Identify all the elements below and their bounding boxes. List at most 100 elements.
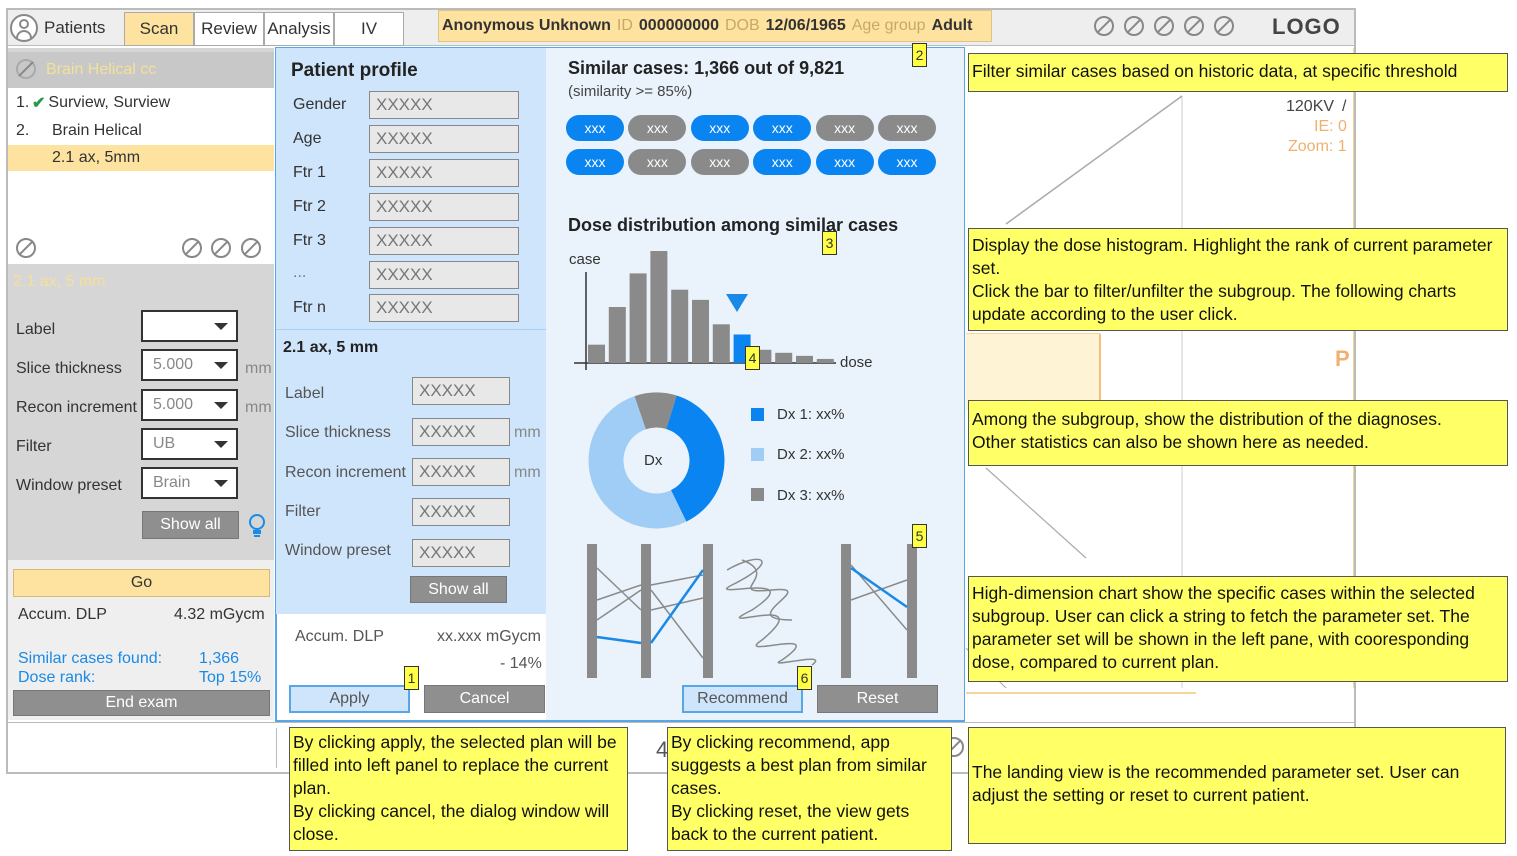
param-field-value: XXXXX xyxy=(419,462,476,481)
recon-increment-dropdown[interactable]: 5.000 xyxy=(141,389,238,421)
histogram-bar[interactable] xyxy=(816,358,834,363)
similar-case-tag[interactable]: xxx xyxy=(815,149,874,175)
profile-field-value: XXXXX xyxy=(376,197,433,216)
disabled-icon[interactable] xyxy=(1094,16,1114,36)
patients-button[interactable]: Patients xyxy=(10,12,122,44)
disabled-icon[interactable] xyxy=(1184,16,1204,36)
histogram-bar[interactable] xyxy=(629,273,647,363)
histogram-bar[interactable] xyxy=(588,344,605,363)
dropdown-value: Brain xyxy=(153,474,191,491)
disabled-icon[interactable] xyxy=(1154,16,1174,36)
histogram-bar[interactable] xyxy=(692,299,709,363)
profile-field[interactable]: XXXXX xyxy=(369,227,519,255)
param-field[interactable]: XXXXX xyxy=(412,498,510,526)
similar-case-tag[interactable]: xxx xyxy=(815,115,874,141)
profile-field[interactable]: XXXXX xyxy=(369,125,519,153)
tab-analysis[interactable]: Analysis xyxy=(264,12,334,46)
legend-swatch xyxy=(751,488,764,501)
params-title: 2.1 ax, 5 mm xyxy=(283,339,379,356)
end-exam-label: End exam xyxy=(105,694,178,711)
profile-field[interactable]: XXXXX xyxy=(369,261,519,289)
patient-info-bar: Anonymous Unknown ID 000000000 DOB 12/06… xyxy=(438,10,992,42)
tab-scan[interactable]: Scan xyxy=(124,12,194,46)
window-preset-dropdown[interactable]: Brain xyxy=(141,467,238,499)
tree-item[interactable]: 2.1 ax, 5mm xyxy=(8,145,274,171)
lightbulb-icon[interactable] xyxy=(248,513,266,539)
unit-label: mm xyxy=(514,464,541,481)
profile-field[interactable]: XXXXX xyxy=(369,159,519,187)
slice-thickness-dropdown[interactable]: 5.000 xyxy=(141,349,238,381)
dose-histogram[interactable]: case dose xyxy=(560,245,890,380)
disabled-icon[interactable] xyxy=(1214,16,1234,36)
cancel-label: Cancel xyxy=(459,690,510,707)
similar-case-tag[interactable]: xxx xyxy=(566,149,624,175)
y-axis-label: case xyxy=(569,251,601,268)
tree-item-num: 1. xyxy=(16,94,30,111)
similar-case-tag[interactable]: xxx xyxy=(566,115,624,141)
dialog-accum-value: xx.xxx mGycm xyxy=(437,628,541,645)
profile-field[interactable]: XXXXX xyxy=(369,91,519,119)
histogram-bar[interactable] xyxy=(650,251,668,363)
tab-review[interactable]: Review xyxy=(194,12,264,46)
label-dropdown[interactable] xyxy=(141,310,238,342)
annotation-badge: 4 xyxy=(745,346,760,370)
end-exam-button[interactable]: End exam xyxy=(13,690,270,716)
ie-readout: IE: 0 xyxy=(1314,118,1347,135)
dose-rank-value: Top 15% xyxy=(199,669,262,686)
profile-label: Ftr n xyxy=(293,299,326,316)
histogram-bar[interactable] xyxy=(775,352,793,363)
similar-case-tag[interactable]: xxx xyxy=(878,115,936,141)
similar-case-tag[interactable]: xxx xyxy=(690,115,749,141)
similar-case-tag[interactable]: xxx xyxy=(628,115,687,141)
disabled-icon[interactable] xyxy=(211,238,231,258)
profile-field[interactable]: XXXXX xyxy=(369,193,519,221)
cancel-button[interactable]: Cancel xyxy=(424,685,545,713)
param-field[interactable]: XXXXX xyxy=(412,458,510,486)
param-field[interactable]: XXXXX xyxy=(412,539,510,567)
tree-item-num: 2. xyxy=(16,122,30,139)
tab-iv[interactable]: IV xyxy=(334,12,404,46)
apply-button[interactable]: Apply xyxy=(289,685,410,713)
tab-iv-label: IV xyxy=(360,19,378,38)
param-field[interactable]: XXXXX xyxy=(412,377,510,405)
go-button[interactable]: Go xyxy=(13,569,270,597)
similar-case-tag[interactable]: xxx xyxy=(628,149,687,175)
disabled-icon[interactable] xyxy=(241,238,261,258)
field-label: Recon increment xyxy=(16,399,137,416)
filter-dropdown[interactable]: UB xyxy=(141,428,238,460)
annotation-note: By clicking apply, the selected plan wil… xyxy=(289,727,628,851)
disabled-icon[interactable] xyxy=(16,238,36,258)
field-label: Filter xyxy=(16,438,52,455)
annotation-note: Display the dose histogram. Highlight th… xyxy=(968,228,1508,331)
reset-button[interactable]: Reset xyxy=(817,685,938,713)
parallel-coordinates-chart[interactable] xyxy=(582,540,922,680)
recommend-button[interactable]: Recommend xyxy=(682,685,803,713)
apply-label: Apply xyxy=(329,690,370,707)
tree-item[interactable]: 1. ✔ Surview, Surview xyxy=(8,90,274,116)
similar-case-tag[interactable]: xxx xyxy=(753,149,812,175)
similar-case-tag[interactable]: xxx xyxy=(690,149,749,175)
similar-cases-value[interactable]: 1,366 xyxy=(199,650,239,668)
divider xyxy=(276,728,277,768)
param-field[interactable]: XXXXX xyxy=(412,418,510,446)
similar-cases-label[interactable]: Similar cases found: xyxy=(18,650,162,668)
profile-field[interactable]: XXXXX xyxy=(369,294,519,322)
similar-title: Similar cases: 1,366 out of 9,821 xyxy=(568,58,845,78)
histogram-bar[interactable] xyxy=(671,289,689,363)
profile-label: Ftr 2 xyxy=(293,198,326,215)
selected-protocol[interactable]: Brain Helical cc xyxy=(8,52,274,88)
similar-case-tag[interactable]: xxx xyxy=(878,149,936,175)
parallel-axis xyxy=(841,544,851,678)
dialog-show-all-button[interactable]: Show all xyxy=(410,576,507,603)
tree-item[interactable]: 2. Brain Helical xyxy=(8,118,274,144)
histogram-bar[interactable] xyxy=(796,355,813,363)
disabled-icon[interactable] xyxy=(182,238,202,258)
similar-case-tag[interactable]: xxx xyxy=(753,115,812,141)
disabled-icon[interactable] xyxy=(1124,16,1144,36)
tree-item-label: 2.1 ax, 5mm xyxy=(52,149,141,166)
histogram-bar[interactable] xyxy=(608,307,626,363)
legend-swatch xyxy=(751,408,764,421)
show-all-button[interactable]: Show all xyxy=(142,511,239,539)
field-label: Label xyxy=(16,321,56,338)
histogram-bar[interactable] xyxy=(712,324,730,363)
